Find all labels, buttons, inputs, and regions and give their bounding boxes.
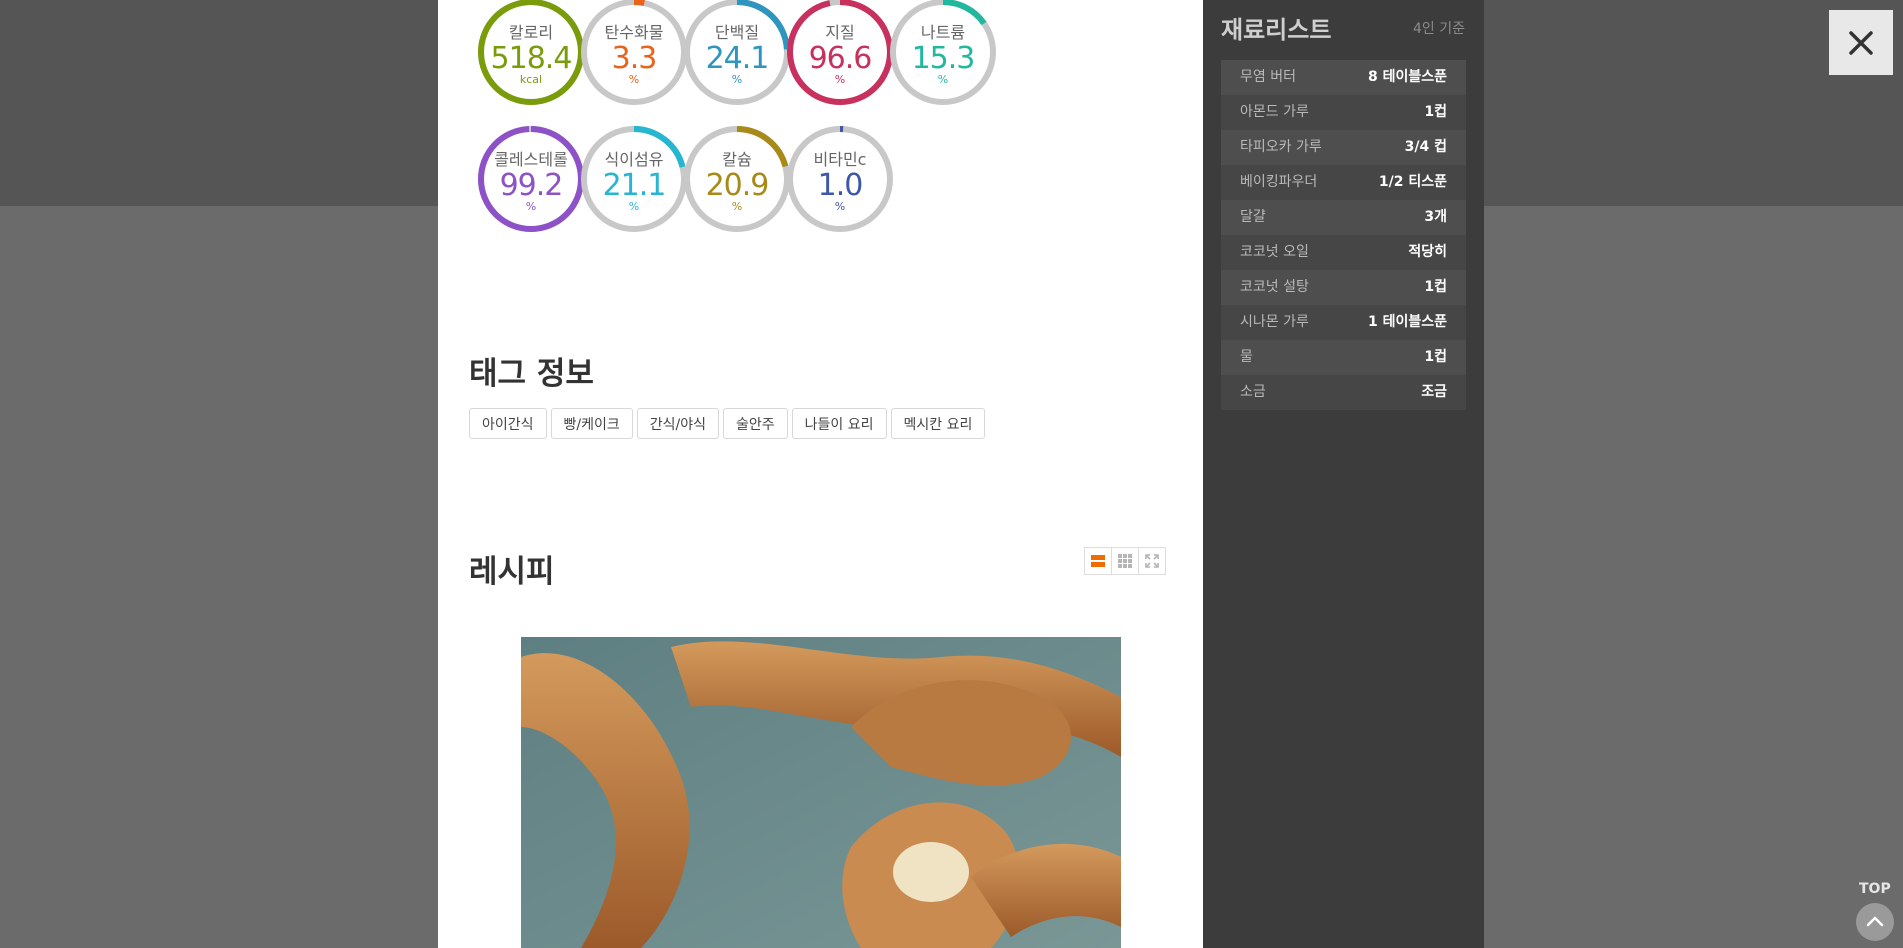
servings-label: 4인 기준 bbox=[1413, 21, 1465, 37]
nutrition-value: 24.1 bbox=[705, 41, 770, 76]
ingredient-row: 코코넛 오일 적당히 bbox=[1221, 235, 1466, 270]
ingredient-name: 달걀 bbox=[1240, 209, 1266, 225]
nutrition-ring: 탄수화물 3.3% bbox=[579, 0, 689, 107]
ingredient-amount: 1/2 티스푼 bbox=[1378, 174, 1447, 190]
nutrition-label: 나트륨 bbox=[920, 23, 966, 42]
nutrition-value: 21.1 bbox=[602, 168, 667, 203]
nutrition-value: 96.6 bbox=[808, 41, 873, 76]
tag-list: 아이간식 빵/케이크 간식/야식 술안주 나들이 요리 멕시칸 요리 bbox=[469, 408, 986, 439]
list-view-button[interactable] bbox=[1084, 547, 1112, 575]
ingredient-amount: 1컵 bbox=[1424, 279, 1447, 295]
tag-chip[interactable]: 나들이 요리 bbox=[791, 408, 887, 439]
nutrition-label: 비타민c bbox=[813, 150, 867, 169]
grid-view-button[interactable] bbox=[1111, 547, 1139, 575]
nutrition-value: 3.3 bbox=[611, 41, 658, 76]
nutrition-value: 518.4 bbox=[490, 41, 573, 76]
ingredient-row: 타피오카 가루 3/4 컵 bbox=[1221, 130, 1466, 165]
chevron-up-icon bbox=[1866, 916, 1884, 927]
nutrition-unit: % bbox=[731, 200, 743, 213]
scroll-top-button[interactable] bbox=[1856, 903, 1894, 941]
ingredient-row: 베이킹파우더 1/2 티스푼 bbox=[1221, 165, 1466, 200]
ingredient-name: 물 bbox=[1240, 349, 1253, 365]
nutrition-ring: 칼슘 20.9% bbox=[682, 124, 792, 234]
ingredient-name: 코코넛 오일 bbox=[1240, 244, 1309, 260]
nutrition-unit: kcal bbox=[519, 73, 543, 86]
nutrition-value: 20.9 bbox=[705, 168, 770, 203]
nutrition-unit: % bbox=[628, 73, 640, 86]
nutrition-grid: 칼로리 518.4 kcal 탄수화물 3.3% 단백질 24.1% 지질 96.6% 나트륨 15… bbox=[476, 0, 1116, 240]
ingredient-name: 코코넛 설탕 bbox=[1240, 279, 1309, 295]
nutrition-ring: 식이섬유 21.1% bbox=[579, 124, 689, 234]
expand-icon bbox=[1145, 554, 1159, 568]
ingredient-row: 코코넛 설탕 1컵 bbox=[1221, 270, 1466, 305]
close-button[interactable] bbox=[1829, 10, 1893, 75]
ingredient-title: 재료리스트 bbox=[1221, 16, 1332, 44]
ingredient-amount: 8 테이블스푼 bbox=[1367, 69, 1447, 85]
ingredient-name: 무염 버터 bbox=[1240, 69, 1296, 85]
grid-view-icon bbox=[1118, 554, 1132, 568]
tag-chip[interactable]: 빵/케이크 bbox=[550, 408, 633, 439]
nutrition-label: 지질 bbox=[825, 23, 855, 42]
ingredient-name: 베이킹파우더 bbox=[1240, 174, 1318, 190]
tag-chip[interactable]: 간식/야식 bbox=[636, 408, 720, 439]
nutrition-unit: % bbox=[525, 200, 537, 213]
tags-section-title: 태그 정보 bbox=[469, 356, 594, 392]
tag-chip[interactable]: 멕시칸 요리 bbox=[890, 408, 986, 439]
nutrition-unit: % bbox=[834, 200, 846, 213]
fullscreen-view-button[interactable] bbox=[1138, 547, 1166, 575]
ingredient-name: 소금 bbox=[1240, 384, 1266, 400]
nutrition-label: 칼로리 bbox=[508, 23, 554, 42]
recipe-section-title: 레시피 bbox=[469, 554, 555, 590]
ingredient-amount: 3개 bbox=[1424, 209, 1447, 225]
churros-photo-illustration bbox=[521, 637, 1121, 948]
nutrition-unit: % bbox=[731, 73, 743, 86]
list-view-icon bbox=[1091, 555, 1105, 567]
ingredient-row: 달걀 3개 bbox=[1221, 200, 1466, 235]
recipe-photo bbox=[521, 637, 1121, 948]
recipe-view-toggle bbox=[1084, 547, 1166, 575]
tag-chip[interactable]: 술안주 bbox=[723, 408, 788, 439]
recipe-modal: 칼로리 518.4 kcal 탄수화물 3.3% 단백질 24.1% 지질 96.6% 나트륨 15… bbox=[438, 0, 1203, 948]
nutrition-ring: 지질 96.6% bbox=[785, 0, 895, 107]
ingredient-list: 무염 버터 8 테이블스푼 아몬드 가루 1컵 타피오카 가루 3/4 컵 베이킹파우더 1/… bbox=[1221, 60, 1466, 410]
ingredient-panel: 재료리스트 4인 기준 무염 버터 8 테이블스푼 아몬드 가루 1컵 타피오카 가루 3… bbox=[1203, 0, 1484, 948]
nutrition-ring: 나트륨 15.3% bbox=[888, 0, 998, 107]
ingredient-row: 시나몬 가루 1 테이블스푼 bbox=[1221, 305, 1466, 340]
nutrition-label: 식이섬유 bbox=[604, 150, 664, 169]
ingredient-row: 무염 버터 8 테이블스푼 bbox=[1221, 60, 1466, 95]
ingredient-name: 시나몬 가루 bbox=[1240, 314, 1309, 330]
nutrition-ring: 단백질 24.1% bbox=[682, 0, 792, 107]
nutrition-unit: % bbox=[628, 200, 640, 213]
nutrition-value: 1.0 bbox=[817, 168, 864, 203]
ingredient-amount: 1컵 bbox=[1424, 104, 1447, 120]
ingredient-amount: 1 테이블스푼 bbox=[1367, 314, 1447, 330]
nutrition-label: 콜레스테롤 bbox=[494, 150, 568, 169]
nutrition-ring: 비타민c 1.0% bbox=[785, 124, 895, 234]
ingredient-amount: 3/4 컵 bbox=[1404, 139, 1447, 155]
nutrition-unit: % bbox=[834, 73, 846, 86]
ingredient-amount: 적당히 bbox=[1408, 244, 1447, 260]
nutrition-ring: 콜레스테롤 99.2% bbox=[476, 124, 586, 234]
nutrition-unit: % bbox=[937, 73, 949, 86]
ingredient-row: 소금 조금 bbox=[1221, 375, 1466, 410]
tag-chip[interactable]: 아이간식 bbox=[469, 408, 547, 439]
nutrition-ring: 칼로리 518.4 kcal bbox=[476, 0, 586, 107]
ingredient-row: 아몬드 가루 1컵 bbox=[1221, 95, 1466, 130]
ingredient-name: 타피오카 가루 bbox=[1240, 139, 1322, 155]
close-icon bbox=[1849, 30, 1873, 55]
ingredient-row: 물 1컵 bbox=[1221, 340, 1466, 375]
nutrition-label: 칼슘 bbox=[722, 150, 752, 169]
nutrition-label: 단백질 bbox=[714, 23, 760, 42]
nutrition-value: 99.2 bbox=[499, 168, 564, 203]
ingredient-amount: 조금 bbox=[1421, 384, 1447, 400]
ingredient-amount: 1컵 bbox=[1424, 349, 1447, 365]
nutrition-label: 탄수화물 bbox=[604, 23, 664, 42]
top-label[interactable]: TOP bbox=[1859, 881, 1891, 897]
ingredient-name: 아몬드 가루 bbox=[1240, 104, 1309, 120]
nutrition-value: 15.3 bbox=[911, 41, 976, 76]
